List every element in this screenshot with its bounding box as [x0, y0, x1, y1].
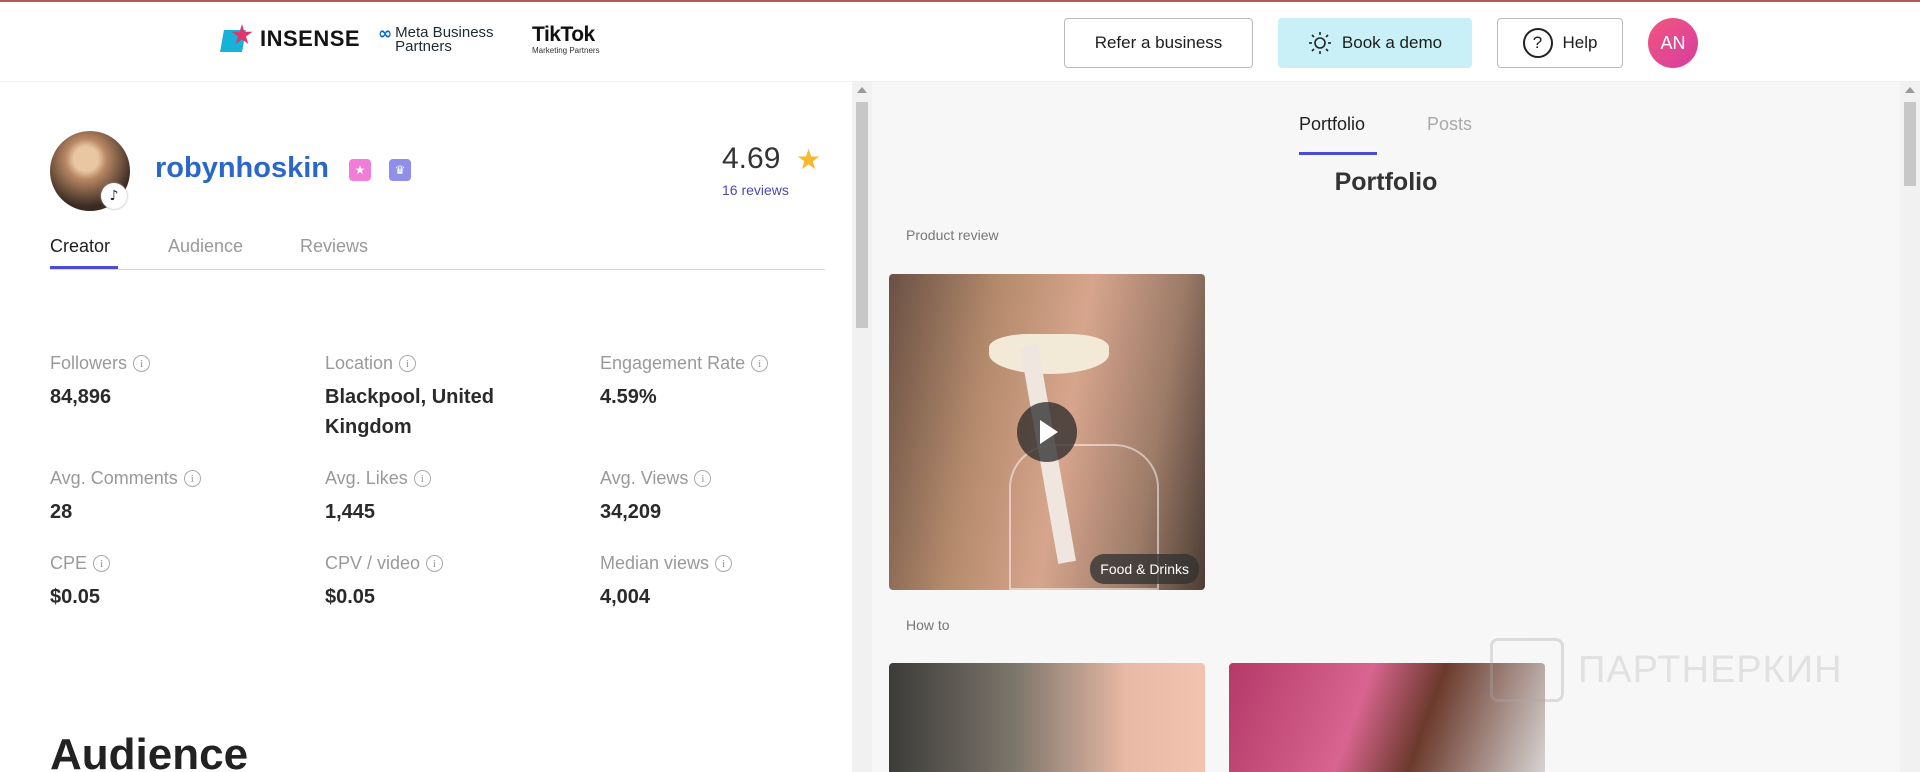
portfolio-video-card[interactable]: Food & Drinks [889, 274, 1205, 590]
stat-avg-comments: Avg. Comments i 28 [50, 468, 201, 527]
insense-logo[interactable]: INSENSE [220, 24, 361, 54]
refer-business-button[interactable]: Refer a business [1064, 18, 1253, 68]
tab-creator[interactable]: Creator [50, 236, 110, 257]
scroll-up-arrow-icon[interactable] [1905, 87, 1915, 93]
meta-infinity-icon: ∞ [378, 24, 393, 44]
stat-value: $0.05 [50, 586, 101, 608]
help-icon: ? [1522, 28, 1553, 58]
meta-partners-logo: ∞ Meta Business Partners [378, 24, 494, 55]
stat-location: Location i Blackpool, United Kingdom [325, 353, 545, 442]
stat-value: 28 [50, 501, 73, 523]
tab-audience[interactable]: Audience [168, 236, 243, 257]
info-icon[interactable]: i [183, 470, 201, 487]
info-icon[interactable]: i [133, 355, 151, 372]
category-tag: Food & Drinks [1090, 554, 1199, 584]
stat-value: 4.59% [600, 386, 657, 408]
tab-portfolio[interactable]: Portfolio [1299, 114, 1365, 135]
info-icon[interactable]: i [715, 555, 733, 572]
portfolio-video-card[interactable] [889, 663, 1205, 772]
star-badge-icon: ★ [349, 159, 371, 181]
audience-heading: Audience [50, 730, 249, 772]
section-label-product-review: Product review [906, 227, 999, 243]
book-demo-button[interactable]: Book a demo [1278, 18, 1472, 68]
stat-label: CPE [50, 553, 88, 573]
stat-label: Avg. Comments [50, 468, 178, 488]
stat-label: Avg. Likes [325, 468, 408, 488]
user-avatar[interactable]: AN [1648, 18, 1698, 68]
tiktok-partners-logo: TikTok Marketing Partners [532, 23, 600, 56]
insense-logo-icon [220, 24, 254, 54]
info-icon[interactable]: i [413, 470, 431, 487]
reviews-count-link[interactable]: 16 reviews [722, 182, 789, 198]
stat-label: Median views [600, 553, 710, 573]
stat-cpe: CPE i $0.05 [50, 553, 111, 612]
stat-label: Followers [50, 353, 128, 373]
play-icon[interactable] [1017, 402, 1077, 462]
creator-rating: 4.69 [722, 142, 781, 175]
tab-reviews[interactable]: Reviews [300, 236, 368, 257]
help-label: Help [1562, 33, 1598, 52]
right-scrollbar[interactable] [1900, 82, 1920, 772]
lightbulb-icon [1308, 32, 1331, 54]
stat-value: 1,445 [325, 501, 376, 523]
stat-label: Engagement Rate [600, 353, 746, 373]
stat-value: Blackpool, United Kingdom [325, 386, 494, 438]
crown-badge-icon: ♛ [389, 159, 411, 181]
stat-label: Location [325, 353, 394, 373]
refer-business-label: Refer a business [1094, 33, 1223, 52]
insense-wordmark: INSENSE [260, 26, 361, 51]
help-button[interactable]: ? Help [1497, 18, 1623, 68]
stat-followers: Followers i 84,896 [50, 353, 151, 412]
section-label-how-to: How to [906, 617, 950, 633]
left-scrollbar[interactable] [852, 82, 872, 772]
creator-username[interactable]: robynhoskin [155, 152, 329, 185]
tiktok-wordmark: TikTok [532, 23, 595, 46]
stat-avg-likes: Avg. Likes i 1,445 [325, 468, 431, 527]
stat-engagement-rate: Engagement Rate i 4.59% [600, 353, 769, 412]
active-tab-indicator [50, 266, 118, 269]
info-icon[interactable]: i [426, 555, 444, 572]
stat-cpv-video: CPV / video i $0.05 [325, 553, 444, 612]
rating-star-icon: ★ [796, 143, 822, 176]
watermark-chat-icon [1490, 638, 1564, 702]
portfolio-tab-indicator [1299, 152, 1377, 155]
video-thumbnail-detail [989, 334, 1109, 374]
stat-avg-views: Avg. Views i 34,209 [600, 468, 712, 527]
info-icon[interactable]: i [399, 355, 417, 372]
tiktok-sub: Marketing Partners [532, 46, 600, 55]
stat-value: 84,896 [50, 386, 112, 408]
info-icon[interactable]: i [694, 470, 712, 487]
stat-label: CPV / video [325, 553, 421, 573]
creator-tabs: Creator Audience Reviews [50, 222, 825, 270]
scroll-up-arrow-icon[interactable] [857, 87, 867, 93]
portfolio-title: Portfolio [1334, 168, 1438, 196]
stat-value: $0.05 [325, 586, 376, 608]
tiktok-icon: ♪ [101, 183, 127, 209]
info-icon[interactable]: i [93, 555, 111, 572]
meta-partners-line2: Partners [395, 38, 452, 55]
creator-panel: ♪ robynhoskin ★ ♛ 4.69 ★ 16 reviews Crea… [0, 82, 852, 772]
watermark-text: ПАРТНЕРКИН [1578, 648, 1843, 691]
tab-posts[interactable]: Posts [1427, 114, 1472, 135]
stat-median-views: Median views i 4,004 [600, 553, 733, 612]
stat-value: 4,004 [600, 586, 651, 608]
right-scrollbar-thumb[interactable] [1904, 102, 1916, 186]
watermark: ПАРТНЕРКИН [1490, 638, 1843, 702]
stat-value: 34,209 [600, 501, 662, 523]
top-header: INSENSE ∞ Meta Business Partners TikTok … [0, 2, 1920, 82]
book-demo-label: Book a demo [1341, 33, 1443, 52]
left-scrollbar-thumb[interactable] [856, 102, 868, 328]
info-icon[interactable]: i [751, 355, 769, 372]
stat-label: Avg. Views [600, 468, 689, 488]
